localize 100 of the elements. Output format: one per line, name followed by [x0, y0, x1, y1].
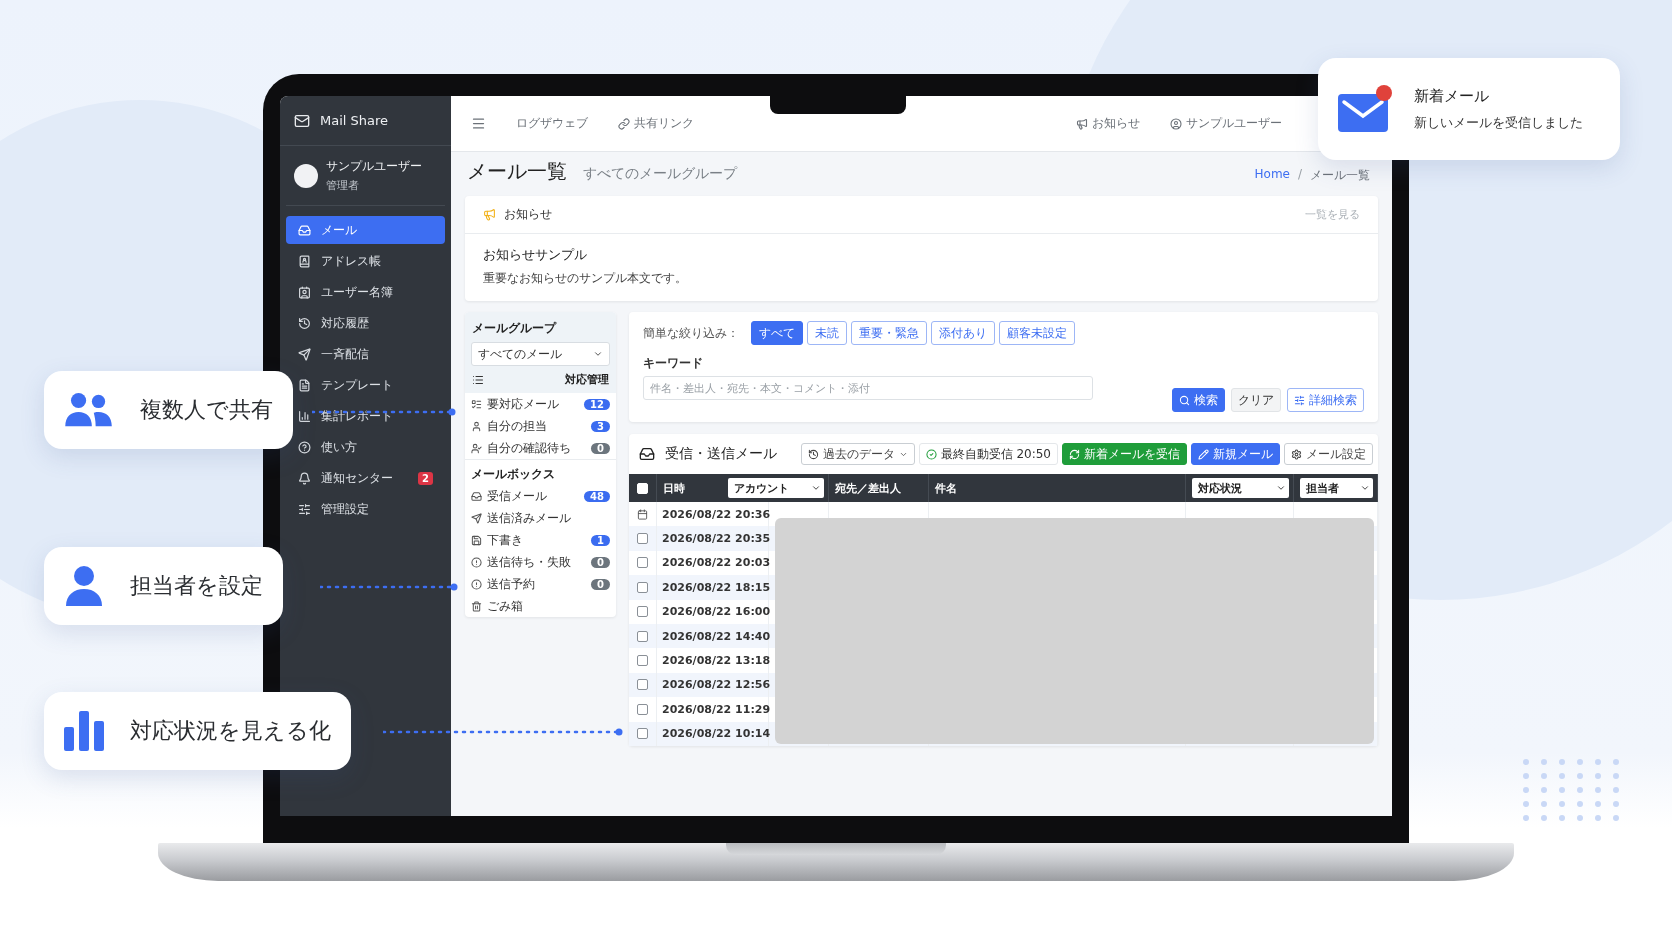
sidebar-item[interactable]: 管理設定: [286, 495, 445, 523]
row-checkbox[interactable]: [637, 581, 648, 593]
id-card-icon: [298, 285, 311, 299]
trash-icon: [471, 600, 482, 612]
mailbox-item[interactable]: 送信予約 0: [465, 573, 616, 595]
sliders-icon: [298, 502, 311, 516]
user-icon: [471, 420, 482, 432]
status-button[interactable]: 最終自動受信 20:50: [918, 443, 1058, 465]
row-checkbox[interactable]: [637, 533, 648, 545]
paper-plane-icon: [471, 512, 482, 524]
toolbar-button[interactable]: 新規メール: [1191, 443, 1280, 465]
mailbox-item[interactable]: ごみ箱: [465, 595, 616, 617]
sidebar-item[interactable]: 対応履歴: [286, 309, 445, 337]
sidebar-item[interactable]: メール: [286, 216, 445, 244]
row-checkbox[interactable]: [637, 630, 648, 642]
nav-link[interactable]: ログザウェブ: [516, 115, 588, 132]
breadcrumb-item[interactable]: Home: [1254, 167, 1290, 184]
section-title: メールボックス: [465, 459, 616, 485]
people-icon: [64, 391, 114, 429]
bar-chart-icon: [298, 409, 311, 423]
mailbox-item[interactable]: 送信済みメール: [465, 507, 616, 529]
row-checkbox[interactable]: [637, 557, 648, 569]
toolbar-button[interactable]: 過去のデータ: [800, 443, 915, 465]
filter-chip[interactable]: 添付あり: [931, 321, 995, 345]
bell-icon: [298, 471, 311, 485]
date-cell: 2026/08/22 12:56: [662, 678, 771, 692]
panel-item[interactable]: 自分の担当 3: [465, 415, 616, 437]
sidebar-item[interactable]: アドレス帳: [286, 247, 445, 275]
link-icon: [618, 117, 630, 130]
settings-icon: [1291, 448, 1302, 460]
group-select[interactable]: すべてのメール: [471, 342, 610, 366]
alert-icon: [471, 556, 482, 568]
check-circle-icon: [925, 448, 937, 460]
callout-text: 対応状況を見える化: [130, 717, 331, 745]
chevron-icon: [1276, 483, 1286, 493]
user-name: サンプルユーザー: [326, 158, 422, 175]
brand-name: Mail Share: [320, 113, 389, 128]
toolbar-button[interactable]: 新着メールを受信: [1062, 443, 1187, 465]
person-icon: [64, 565, 104, 607]
column-header: 件名: [935, 480, 957, 496]
callout-text: 複数人で共有: [140, 396, 273, 424]
date-cell: 2026/08/22 10:14: [662, 727, 771, 741]
bar-chart-icon: [64, 711, 104, 751]
field-label: キーワード: [643, 355, 704, 372]
row-checkbox[interactable]: [637, 728, 648, 740]
status-select[interactable]: 対応状況: [1192, 478, 1289, 498]
panel-label: メールグループ: [471, 320, 558, 337]
page-title: メール一覧: [467, 158, 567, 185]
filter-chip[interactable]: 重要・緊急: [851, 321, 927, 345]
row-checkbox[interactable]: [637, 606, 648, 618]
panel-item[interactable]: 自分の確認待ち 0: [465, 437, 616, 459]
mailbox-item[interactable]: 下書き 1: [465, 529, 616, 551]
date-cell: 2026/08/22 18:15: [662, 580, 771, 594]
row-checkbox[interactable]: [637, 655, 648, 667]
sidebar-item[interactable]: ユーザー名簿: [286, 278, 445, 306]
keyword-field[interactable]: 件名・差出人・宛先・本文・コメント・添付: [643, 376, 1093, 400]
mailbox-item[interactable]: 受信メール 48: [465, 485, 616, 507]
date-cell: 2026/08/22 14:40: [662, 629, 771, 643]
count-badge: 3: [591, 420, 610, 432]
sidebar-item[interactable]: テンプレート: [286, 371, 445, 399]
select-all-checkbox[interactable]: [637, 482, 648, 494]
filter-chip[interactable]: すべて: [751, 321, 803, 345]
sidebar-item[interactable]: 一斉配信: [286, 340, 445, 368]
nav-link[interactable]: サンプルユーザー: [1170, 115, 1282, 132]
nav-link[interactable]: お知らせ: [1076, 115, 1140, 132]
inbox-icon: [298, 223, 311, 237]
sidebar-item[interactable]: 使い方: [286, 433, 445, 461]
assignee-select[interactable]: 担当者: [1300, 478, 1373, 498]
notice-title: お知らせサンプル: [483, 246, 588, 264]
count-badge: 0: [591, 556, 610, 568]
pencil-icon: [1198, 448, 1209, 460]
sidebar-item[interactable]: 通知センター 2: [286, 464, 445, 492]
account-select[interactable]: アカウント: [728, 478, 824, 498]
breadcrumb-separator: /: [1297, 167, 1302, 183]
megaphone-icon: [483, 208, 496, 221]
filter-label: 簡単な絞り込み：: [643, 324, 739, 342]
filter-chip[interactable]: 未読: [807, 321, 847, 345]
card-title: お知らせ: [504, 206, 552, 223]
date-cell: 2026/08/22 13:18: [662, 654, 771, 668]
search-action-button[interactable]: 詳細検索: [1287, 388, 1364, 412]
menu-icon[interactable]: [471, 116, 486, 131]
user-check-icon: [471, 442, 482, 454]
inbox-icon: [639, 446, 655, 462]
count-badge: 1: [591, 534, 610, 546]
count-badge: 12: [584, 398, 610, 410]
refresh-icon: [1069, 448, 1080, 460]
breadcrumb-item: メール一覧: [1310, 167, 1370, 184]
nav-link[interactable]: 共有リンク: [618, 115, 694, 132]
toolbar-button[interactable]: メール設定: [1284, 443, 1373, 465]
row-checkbox[interactable]: [637, 703, 648, 715]
mailbox-item[interactable]: 送信待ち・失敗 0: [465, 551, 616, 573]
date-cell: 2026/08/22 11:29: [662, 702, 771, 716]
paper-plane-icon: [298, 347, 311, 361]
notification-message: 新しいメールを受信しました: [1414, 113, 1583, 132]
card-title: 受信・送信メール: [665, 445, 778, 463]
panel-item[interactable]: 要対応メール 12: [465, 393, 616, 415]
filter-chip[interactable]: 顧客未設定: [999, 321, 1075, 345]
search-action-button[interactable]: クリア: [1231, 388, 1281, 412]
search-action-button[interactable]: 検索: [1172, 388, 1225, 412]
row-checkbox[interactable]: [637, 679, 648, 691]
